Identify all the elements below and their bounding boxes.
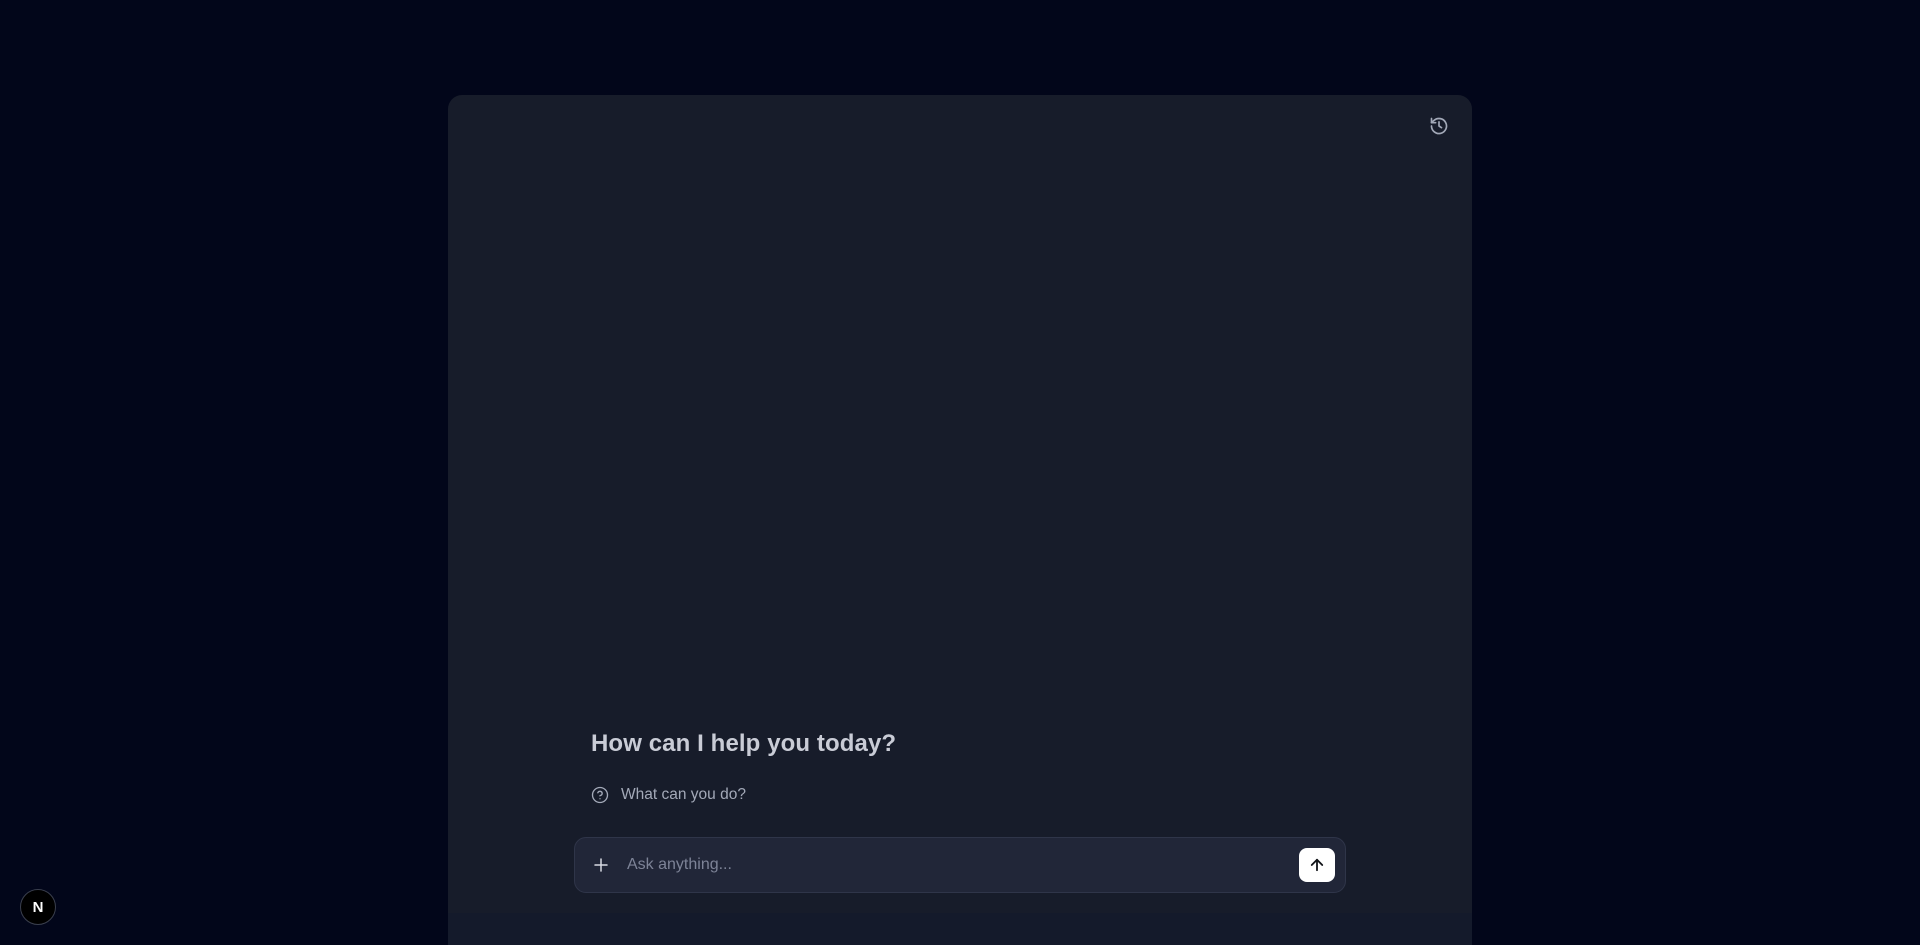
attach-button[interactable] (587, 851, 615, 879)
panel-footer (448, 913, 1472, 945)
dev-tools-badge[interactable]: N (20, 889, 56, 925)
dev-badge-logo-icon: N (32, 898, 44, 916)
suggestion-label: What can you do? (621, 786, 746, 803)
suggestion-what-can-you-do[interactable]: What can you do? (591, 783, 746, 807)
history-button[interactable] (1424, 111, 1454, 141)
arrow-up-icon (1310, 858, 1324, 872)
question-circle-icon (591, 786, 609, 804)
send-button[interactable] (1299, 848, 1335, 882)
chat-input[interactable] (627, 852, 1267, 878)
history-icon (1430, 117, 1448, 135)
plus-icon (594, 858, 608, 872)
chat-input-bar (574, 837, 1346, 893)
welcome-title: How can I help you today? (591, 730, 897, 757)
chat-panel: How can I help you today? What can you d… (448, 95, 1472, 945)
